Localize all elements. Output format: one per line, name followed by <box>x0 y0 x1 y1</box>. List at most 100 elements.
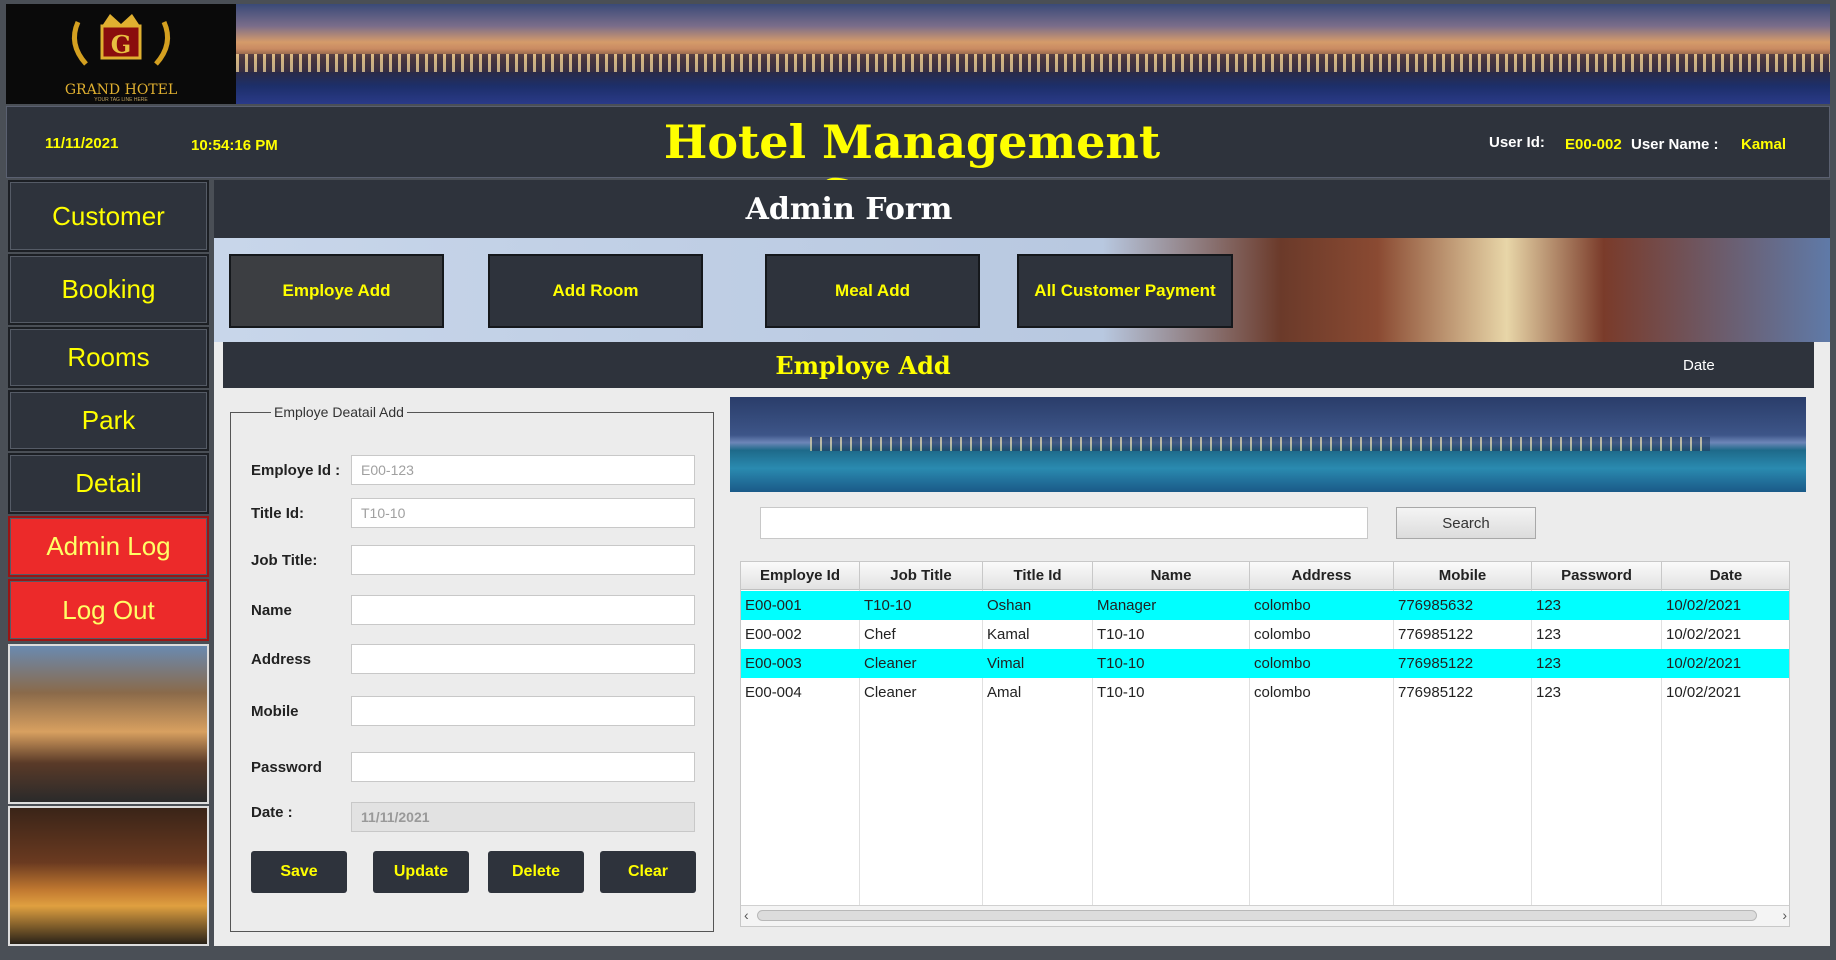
date-field: 11/11/2021 <box>351 802 695 832</box>
table-cell: Amal <box>987 684 1022 701</box>
search-button[interactable]: Search <box>1396 507 1536 539</box>
column-header[interactable]: Title Id <box>983 562 1093 590</box>
hotel-logo: G GRAND HOTEL YOUR TAG LINE HERE <box>6 4 236 104</box>
table-cell: colombo <box>1254 597 1311 614</box>
sidebar-item-log-out[interactable]: Log Out <box>8 579 209 641</box>
table-cell: T10-10 <box>1097 655 1145 672</box>
table-cell: colombo <box>1254 626 1311 643</box>
address-label: Address <box>251 651 312 668</box>
title-id-label: Title Id: <box>251 505 305 522</box>
save-button[interactable]: Save <box>251 851 347 893</box>
table-cell: 776985122 <box>1398 626 1474 643</box>
sidebar-item-park[interactable]: Park <box>8 390 209 451</box>
table-cell: T10-10 <box>1097 626 1145 643</box>
table-cell: 123 <box>1536 597 1562 614</box>
sidebar-item-booking[interactable]: Booking <box>8 254 209 325</box>
tab-add-room[interactable]: Add Room <box>488 254 703 328</box>
horizontal-scrollbar[interactable]: ‹ › <box>741 905 1789 926</box>
date-label: Date : <box>251 804 293 821</box>
job-title-input[interactable] <box>351 545 695 575</box>
sidebar-item-detail[interactable]: Detail <box>8 453 209 514</box>
table-cell: E00-003 <box>745 655 802 672</box>
user-id-label: User Id: <box>1489 134 1545 151</box>
mobile-input[interactable] <box>351 696 695 726</box>
table-cell: 123 <box>1536 626 1562 643</box>
logo-letter: G <box>111 30 132 59</box>
name-label: Name <box>251 602 292 619</box>
logo-brand-text: GRAND HOTEL <box>64 82 178 98</box>
seaside-resort-photo <box>730 397 1806 492</box>
section-title: Employe Add <box>775 351 951 380</box>
table-cell: 123 <box>1536 684 1562 701</box>
name-input[interactable] <box>351 595 695 625</box>
sidebar-item-rooms[interactable]: Rooms <box>8 327 209 388</box>
table-cell: Manager <box>1097 597 1157 614</box>
column-header[interactable]: Date <box>1662 562 1789 590</box>
table-row[interactable]: E00-001 T10-10 Oshan Manager colombo 776… <box>741 591 1789 620</box>
table-cell: colombo <box>1254 655 1311 672</box>
address-input[interactable] <box>351 644 695 674</box>
user-name-label: User Name : <box>1631 136 1719 153</box>
sidebar-item-admin-log[interactable]: Admin Log <box>8 516 209 577</box>
update-button[interactable]: Update <box>373 851 469 893</box>
clear-button[interactable]: Clear <box>600 851 696 893</box>
employe-id-input[interactable] <box>351 455 695 485</box>
scrollbar-thumb[interactable] <box>757 910 1757 921</box>
job-title-label: Job Title: <box>251 552 318 569</box>
table-cell: E00-002 <box>745 626 802 643</box>
table-cell: E00-001 <box>745 597 802 614</box>
section-header: Employe Add Date <box>223 342 1814 388</box>
column-header[interactable]: Address <box>1250 562 1394 590</box>
employe-id-label: Employe Id : <box>251 462 341 479</box>
table-cell: Vimal <box>987 655 1025 672</box>
table-cell: Oshan <box>987 597 1032 614</box>
sidebar-item-customer[interactable]: Customer <box>8 180 209 252</box>
restaurant-photo <box>8 806 209 946</box>
tab-meal-add[interactable]: Meal Add <box>765 254 980 328</box>
search-input[interactable] <box>760 507 1368 539</box>
delete-button[interactable]: Delete <box>488 851 584 893</box>
tab-all-customer-payment[interactable]: All Customer Payment <box>1017 254 1233 328</box>
table-row[interactable]: E00-003 Cleaner Vimal T10-10 colombo 776… <box>741 649 1789 678</box>
column-header[interactable]: Password <box>1532 562 1662 590</box>
header-time: 10:54:16 PM <box>191 137 278 154</box>
hotel-building-photo <box>8 644 209 804</box>
table-cell: 123 <box>1536 655 1562 672</box>
password-label: Password <box>251 759 322 776</box>
column-header[interactable]: Employe Id <box>741 562 860 590</box>
table-cell: 776985122 <box>1398 655 1474 672</box>
table-cell: Cleaner <box>864 684 917 701</box>
password-input[interactable] <box>351 752 695 782</box>
tab-employe-add[interactable]: Employe Add <box>229 254 444 328</box>
hotel-banner-photo <box>236 4 1830 104</box>
table-cell: colombo <box>1254 684 1311 701</box>
table-cell: E00-004 <box>745 684 802 701</box>
column-header[interactable]: Mobile <box>1394 562 1532 590</box>
page-title-bar: Admin Form <box>214 180 1830 238</box>
table-cell: Cleaner <box>864 655 917 672</box>
scroll-left-icon[interactable]: ‹ <box>744 907 749 923</box>
table-cell: 10/02/2021 <box>1666 626 1742 643</box>
scroll-right-icon[interactable]: › <box>1782 907 1787 923</box>
form-legend: Employe Deatail Add <box>271 404 407 420</box>
table-cell: 776985632 <box>1398 597 1474 614</box>
table-header: Employe Id Job Title Title Id Name Addre… <box>741 562 1789 590</box>
table-cell: 10/02/2021 <box>1666 597 1742 614</box>
logo-tagline: YOUR TAG LINE HERE <box>94 97 148 103</box>
column-header[interactable]: Job Title <box>860 562 983 590</box>
header-date: 11/11/2021 <box>45 135 119 152</box>
table-cell: 776985122 <box>1398 684 1474 701</box>
table-cell: Kamal <box>987 626 1030 643</box>
user-id-value: E00-002 <box>1565 136 1622 153</box>
page-title: Admin Form <box>745 192 953 227</box>
table-row[interactable]: E00-002 Chef Kamal T10-10 colombo 776985… <box>741 620 1789 649</box>
section-date-label: Date <box>1683 357 1715 374</box>
employee-table[interactable]: Employe Id Job Title Title Id Name Addre… <box>740 561 1790 927</box>
table-cell: Chef <box>864 626 896 643</box>
table-row[interactable]: E00-004 Cleaner Amal T10-10 colombo 7769… <box>741 678 1789 707</box>
title-id-input[interactable] <box>351 498 695 528</box>
column-header[interactable]: Name <box>1093 562 1250 590</box>
mobile-label: Mobile <box>251 703 299 720</box>
user-name-value: Kamal <box>1741 136 1787 153</box>
table-cell: 10/02/2021 <box>1666 655 1742 672</box>
